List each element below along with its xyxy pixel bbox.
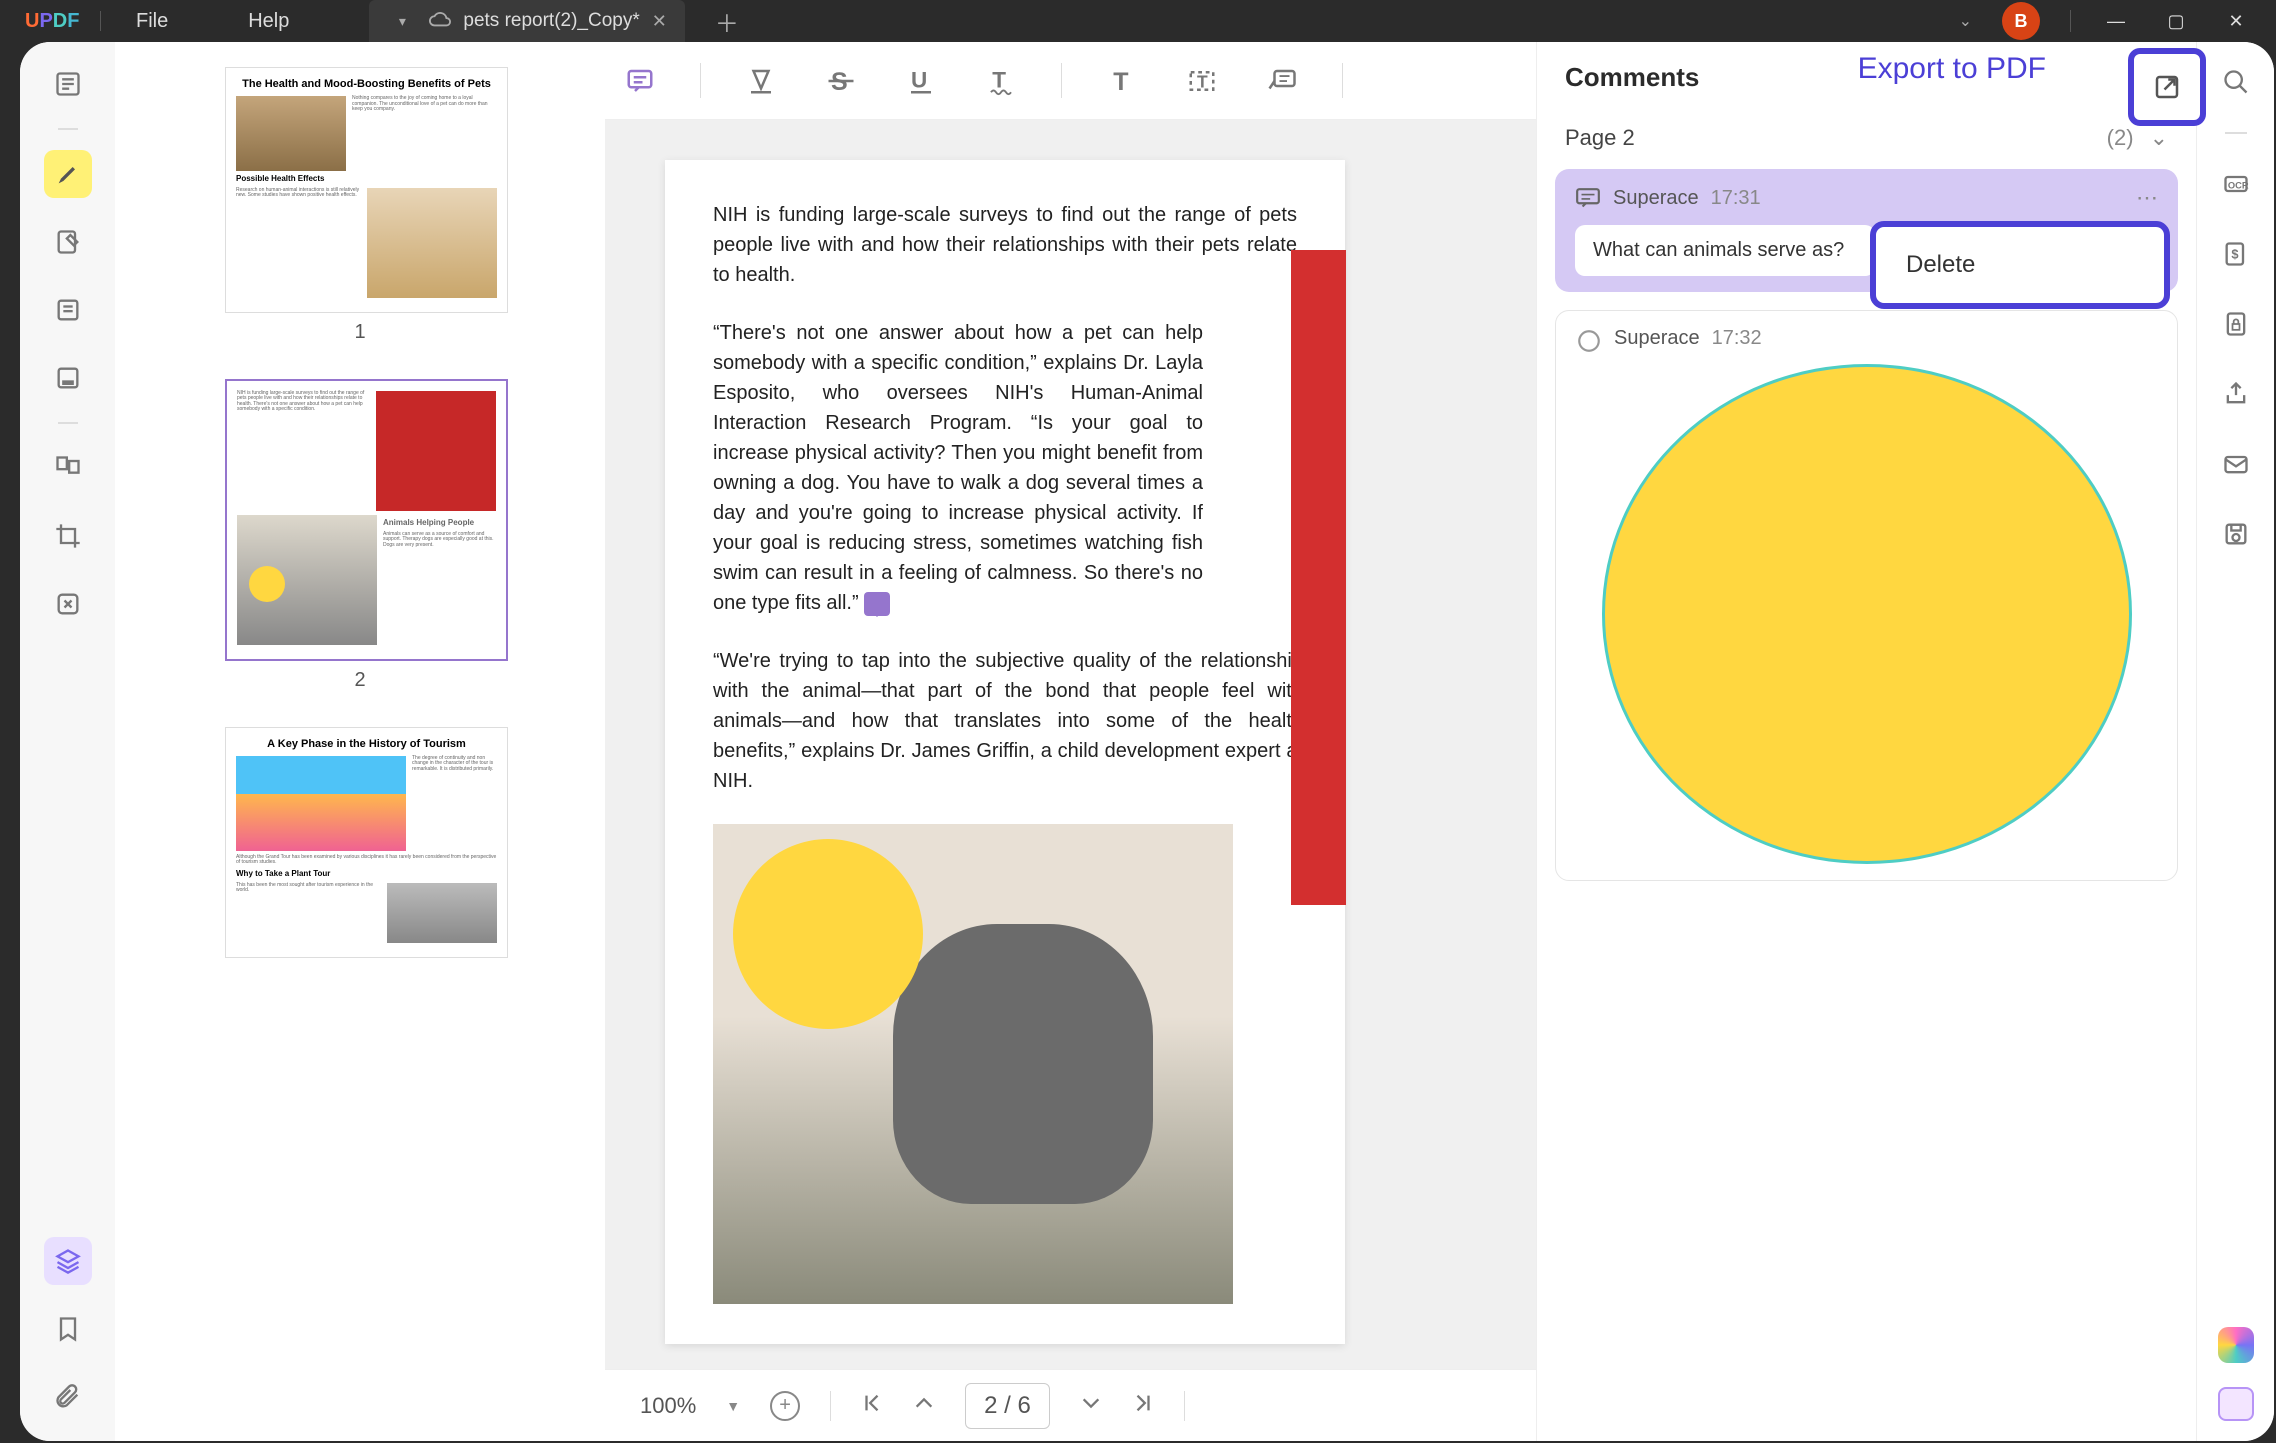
user-avatar[interactable]: B bbox=[2002, 2, 2040, 40]
comments-page-count: (2) bbox=[2107, 125, 2134, 151]
thumbnail-panel[interactable]: The Health and Mood-Boosting Benefits of… bbox=[115, 42, 605, 1441]
svg-text:T: T bbox=[992, 67, 1006, 92]
sticky-note-icon[interactable] bbox=[864, 592, 890, 616]
comments-panel: Export to PDF Comments (2) Page 2 (2) ⌄ … bbox=[1536, 42, 2196, 1441]
export-share-button[interactable] bbox=[2128, 48, 2206, 126]
comment-card[interactable]: Superace 17:31 ⋯ What can animals serve … bbox=[1555, 169, 2178, 292]
menu-file[interactable]: File bbox=[136, 10, 168, 33]
organize-button[interactable] bbox=[44, 444, 92, 492]
thumbnail-number: 1 bbox=[225, 321, 495, 344]
form-tool-button[interactable] bbox=[44, 286, 92, 334]
reader-mode-button[interactable] bbox=[44, 60, 92, 108]
document-page[interactable]: NIH is funding large-scale surveys to fi… bbox=[665, 160, 1345, 1344]
tab-title: pets report(2)_Copy* bbox=[463, 10, 639, 32]
save-button[interactable] bbox=[2216, 514, 2256, 554]
zoom-level[interactable]: 100% bbox=[640, 1393, 696, 1419]
first-page-button[interactable] bbox=[861, 1392, 883, 1420]
svg-text:U: U bbox=[911, 67, 927, 92]
chevron-down-icon[interactable]: ⌄ bbox=[2150, 125, 2168, 151]
maximize-button[interactable]: ▢ bbox=[2161, 11, 2191, 32]
left-sidebar bbox=[20, 42, 115, 1441]
ai-assistant-button[interactable] bbox=[2218, 1327, 2254, 1363]
export-to-pdf-label: Export to PDF bbox=[1858, 52, 2046, 86]
paragraph: “There's not one answer about how a pet … bbox=[713, 318, 1203, 618]
crop-button[interactable] bbox=[44, 512, 92, 560]
svg-text:OCR: OCR bbox=[2227, 181, 2248, 191]
circle-comment-icon bbox=[1576, 328, 1602, 350]
annotation-circle[interactable] bbox=[733, 839, 923, 1029]
textbox-button[interactable]: T bbox=[1182, 61, 1222, 101]
redact-tool-button[interactable] bbox=[44, 354, 92, 402]
ocr-button[interactable]: OCR bbox=[2216, 164, 2256, 204]
convert-button[interactable]: $ bbox=[2216, 234, 2256, 274]
sticky-note-comment-icon bbox=[1575, 187, 1601, 209]
search-button[interactable] bbox=[2216, 62, 2256, 102]
comment-author: Superace bbox=[1613, 187, 1699, 210]
email-button[interactable] bbox=[2216, 444, 2256, 484]
attachment-button[interactable] bbox=[44, 1373, 92, 1421]
layers-button[interactable] bbox=[44, 1237, 92, 1285]
new-tab-button[interactable]: ＋ bbox=[715, 4, 739, 39]
delete-menu-item[interactable]: Delete bbox=[1870, 221, 2170, 309]
page-input[interactable]: 2 / 6 bbox=[965, 1383, 1050, 1429]
compress-button[interactable] bbox=[44, 580, 92, 628]
page-image bbox=[713, 824, 1233, 1304]
annotation-toolbar: S U T T T bbox=[605, 42, 1536, 120]
underline-button[interactable]: U bbox=[901, 61, 941, 101]
tabs-overflow-icon[interactable]: ⌄ bbox=[1959, 11, 1972, 31]
comment-text[interactable]: What can animals serve as? bbox=[1575, 225, 1875, 276]
app-logo: UPDF bbox=[0, 10, 65, 33]
tab-dropdown-icon[interactable]: ▾ bbox=[387, 13, 417, 30]
last-page-button[interactable] bbox=[1132, 1392, 1154, 1420]
paragraph: NIH is funding large-scale surveys to fi… bbox=[713, 200, 1297, 290]
comment-tool-button[interactable] bbox=[620, 61, 660, 101]
text-button[interactable]: T bbox=[1102, 61, 1142, 101]
highlight-button[interactable] bbox=[741, 61, 781, 101]
tab-close-icon[interactable]: ✕ bbox=[652, 11, 667, 32]
share-button[interactable] bbox=[2216, 374, 2256, 414]
prev-page-button[interactable] bbox=[913, 1392, 935, 1420]
comments-title: Comments bbox=[1565, 62, 1699, 93]
comment-time: 17:32 bbox=[1712, 327, 1762, 350]
svg-text:$: $ bbox=[2231, 247, 2238, 262]
page-navigation-bar: 100% ▼ + 2 / 6 bbox=[605, 1369, 1536, 1441]
close-button[interactable]: ✕ bbox=[2221, 11, 2251, 32]
comment-author: Superace bbox=[1614, 327, 1700, 350]
comment-card[interactable]: Superace 17:32 bbox=[1555, 310, 2178, 881]
thumbnail-page-1[interactable]: The Health and Mood-Boosting Benefits of… bbox=[225, 67, 508, 313]
next-page-button[interactable] bbox=[1080, 1392, 1102, 1420]
page-image-right bbox=[1291, 250, 1346, 905]
edit-tool-button[interactable] bbox=[44, 218, 92, 266]
annotation-circle-icon bbox=[249, 566, 285, 602]
strikethrough-button[interactable]: S bbox=[821, 61, 861, 101]
title-bar: UPDF File Help ▾ pets report(2)_Copy* ✕ … bbox=[0, 0, 2276, 42]
zoom-in-button[interactable]: + bbox=[770, 1391, 800, 1421]
squiggly-button[interactable]: T bbox=[981, 61, 1021, 101]
minimize-button[interactable]: — bbox=[2101, 11, 2131, 32]
menu-help[interactable]: Help bbox=[248, 10, 289, 33]
svg-text:T: T bbox=[1113, 67, 1128, 95]
document-scroll[interactable]: NIH is funding large-scale surveys to fi… bbox=[605, 120, 1536, 1441]
thumbnail-page-3[interactable]: A Key Phase in the History of Tourism Th… bbox=[225, 727, 508, 958]
zoom-dropdown-icon[interactable]: ▼ bbox=[726, 1398, 740, 1414]
document-tab[interactable]: ▾ pets report(2)_Copy* ✕ bbox=[369, 0, 684, 42]
thumbnail-page-2[interactable]: NIH is funding large-scale surveys to fi… bbox=[225, 379, 508, 661]
paragraph: “We're trying to tap into the subjective… bbox=[713, 646, 1303, 796]
comment-circle-preview bbox=[1602, 364, 2132, 864]
document-view: S U T T T NIH is funding large-scale sur… bbox=[605, 42, 1536, 1441]
callout-button[interactable] bbox=[1262, 61, 1302, 101]
protect-button[interactable] bbox=[2216, 304, 2256, 344]
chat-button[interactable] bbox=[2218, 1387, 2254, 1421]
comment-more-button[interactable]: ⋯ bbox=[2136, 185, 2158, 211]
highlight-tool-button[interactable] bbox=[44, 150, 92, 198]
comments-page-label: Page 2 bbox=[1565, 125, 1635, 151]
right-sidebar: OCR $ bbox=[2196, 42, 2274, 1441]
cloud-icon bbox=[429, 10, 451, 33]
thumbnail-number: 2 bbox=[225, 669, 495, 692]
svg-text:T: T bbox=[1197, 71, 1208, 91]
bookmark-button[interactable] bbox=[44, 1305, 92, 1353]
comments-page-header[interactable]: Page 2 (2) ⌄ bbox=[1537, 113, 2196, 169]
comment-time: 17:31 bbox=[1711, 187, 1761, 210]
